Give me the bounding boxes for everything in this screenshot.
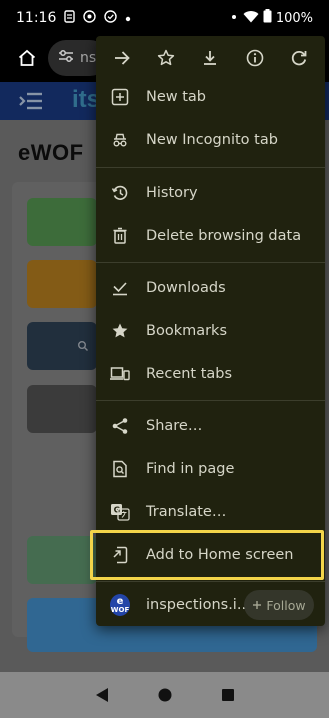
- home-circle-icon[interactable]: [154, 684, 176, 706]
- recents-square-icon[interactable]: [217, 684, 239, 706]
- follow-label: Follow: [266, 597, 306, 613]
- menu-item-downloads[interactable]: Downloads: [96, 267, 325, 309]
- info-icon[interactable]: [237, 40, 273, 76]
- signal-icon: [229, 11, 239, 26]
- back-triangle-icon[interactable]: [91, 684, 113, 706]
- forward-icon[interactable]: [104, 40, 140, 76]
- dot-icon: [125, 10, 131, 26]
- menu-divider: [96, 167, 325, 168]
- menu-item-label: History: [146, 185, 198, 201]
- menu-item-label: Find in page: [146, 461, 235, 477]
- menu-item-label: Share…: [146, 418, 203, 434]
- plus-icon: [252, 598, 262, 613]
- wifi-icon: [243, 10, 259, 27]
- share-icon: [110, 416, 130, 436]
- menu-item-new-tab[interactable]: New tab: [96, 76, 325, 118]
- url-text: ns: [80, 50, 97, 66]
- download-icon[interactable]: [192, 40, 228, 76]
- menu-item-label: Delete browsing data: [146, 228, 302, 244]
- site-badge-bottom: WOF: [110, 605, 130, 614]
- menu-divider: [96, 581, 325, 582]
- site-favicon: e WOF: [110, 594, 130, 616]
- site-badge: e WOF: [110, 594, 130, 616]
- menu-item-site-follow[interactable]: e WOF inspections.i... Follow: [96, 584, 325, 626]
- home-icon[interactable]: [13, 44, 41, 72]
- recent-tabs-icon: [110, 364, 130, 384]
- battery-icon: [263, 9, 272, 27]
- status-bar: 11:16 100%: [0, 0, 329, 36]
- incognito-icon: [110, 130, 130, 150]
- menu-item-recent-tabs[interactable]: Recent tabs: [96, 353, 325, 395]
- menu-item-bookmarks[interactable]: Bookmarks: [96, 310, 325, 352]
- clock: 11:16: [16, 10, 57, 26]
- menu-item-label: Bookmarks: [146, 323, 228, 339]
- menu-item-find-in-page[interactable]: Find in page: [96, 448, 325, 490]
- refresh-icon[interactable]: [281, 40, 317, 76]
- menu-item-share[interactable]: Share…: [96, 405, 325, 447]
- menu-item-label: Recent tabs: [146, 366, 233, 382]
- battery-percent: 100%: [275, 10, 313, 26]
- bookmarks-star-icon: [110, 321, 130, 341]
- find-in-page-icon: [110, 459, 130, 479]
- menu-divider: [96, 262, 325, 263]
- menu-item-history[interactable]: History: [96, 172, 325, 214]
- site-badge-top: e: [116, 595, 124, 607]
- menu-divider: [96, 400, 325, 401]
- follow-button[interactable]: Follow: [244, 590, 314, 620]
- history-icon: [110, 183, 130, 203]
- menu-item-label: New Incognito tab: [146, 132, 278, 148]
- menu-item-label: Downloads: [146, 280, 226, 296]
- system-nav-bar: [0, 672, 329, 718]
- downloads-icon: [110, 278, 130, 298]
- menu-toolbar: [96, 36, 325, 80]
- menu-item-new-incognito-tab[interactable]: New Incognito tab: [96, 119, 325, 161]
- site-settings-icon[interactable]: [58, 49, 74, 67]
- menu-item-label: New tab: [146, 89, 207, 105]
- svg-text:G: G: [114, 506, 121, 515]
- site-label: inspections.i...: [146, 597, 251, 613]
- bookmark-star-icon[interactable]: [148, 40, 184, 76]
- highlight-box: [90, 530, 324, 580]
- location-icon: [83, 9, 97, 27]
- sim-icon: [64, 9, 76, 27]
- trash-icon: [110, 226, 130, 246]
- check-circle-icon: [104, 9, 118, 27]
- new-tab-icon: [110, 87, 130, 107]
- translate-icon: G: [110, 502, 130, 522]
- menu-item-translate[interactable]: G Translate…: [96, 491, 325, 533]
- menu-item-label: Translate…: [146, 504, 227, 520]
- menu-item-delete-browsing-data[interactable]: Delete browsing data: [96, 215, 325, 257]
